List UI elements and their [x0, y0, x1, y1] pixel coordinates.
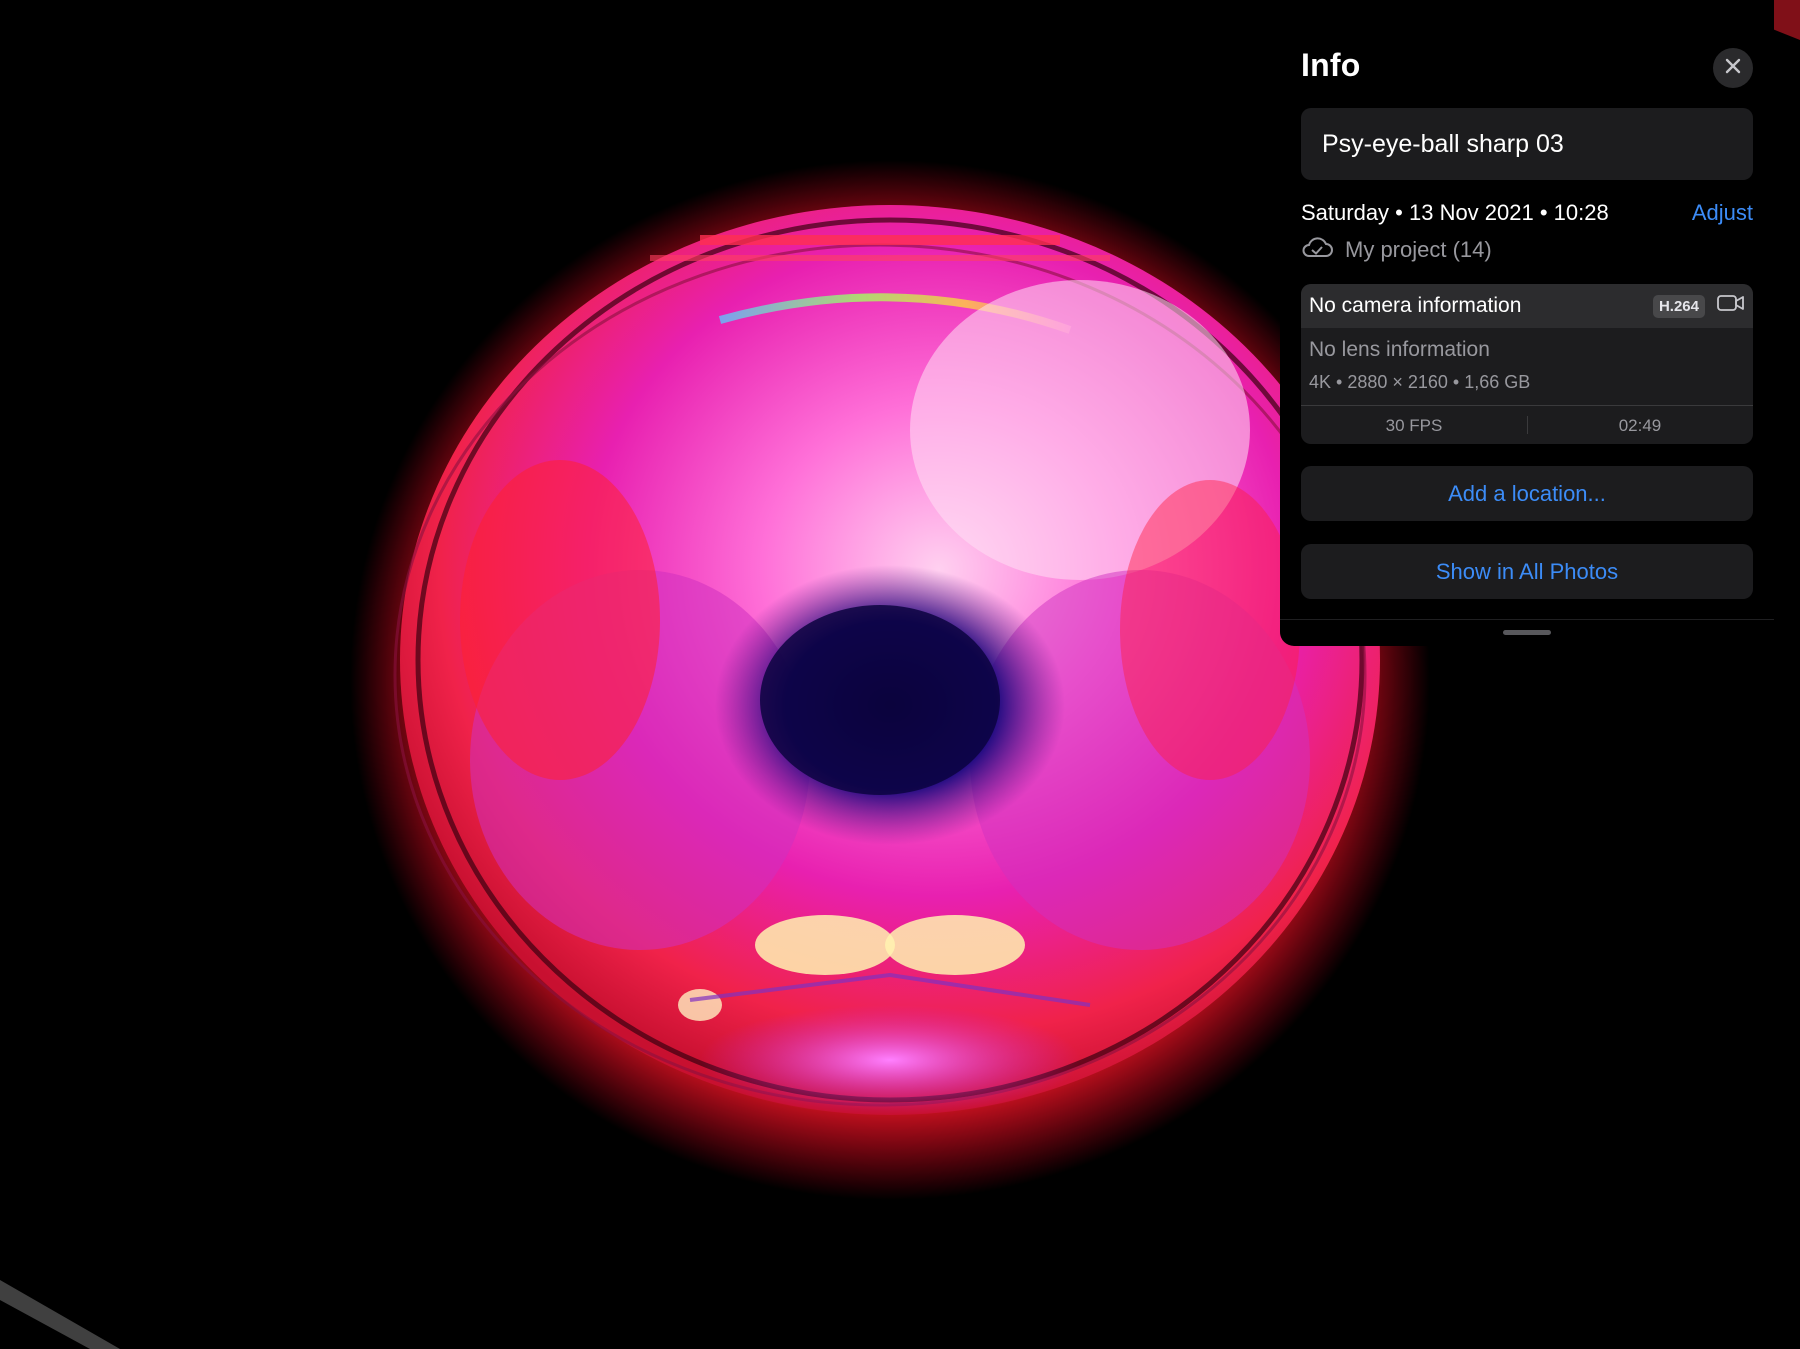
close-button[interactable]: [1713, 48, 1753, 88]
card-divider: [1301, 405, 1753, 406]
photo-title-text: Psy-eye-ball sharp 03: [1322, 129, 1564, 158]
panel-title: Info: [1301, 47, 1361, 83]
resize-grabber[interactable]: [1503, 630, 1551, 635]
camera-info-card: No camera information H.264 No lens info…: [1301, 284, 1753, 444]
add-location-label: Add a location...: [1448, 480, 1606, 506]
fps-value: 30 FPS: [1385, 416, 1443, 435]
album-row[interactable]: My project (14): [1301, 236, 1492, 264]
close-icon: [1724, 57, 1742, 80]
duration-value: 02:49: [1618, 416, 1662, 435]
camera-info-label: No camera information: [1309, 294, 1522, 317]
video-camera-icon: [1717, 293, 1745, 319]
date-time: Saturday • 13 Nov 2021 • 10:28: [1301, 200, 1609, 225]
adjust-button[interactable]: Adjust: [1692, 200, 1753, 226]
album-label: My project (14): [1345, 237, 1492, 262]
info-panel: Info Psy-eye-ball sharp 03 Saturday • 13…: [1280, 0, 1774, 646]
photo-viewer: Info Psy-eye-ball sharp 03 Saturday • 13…: [0, 0, 1800, 1349]
photo-title-field[interactable]: Psy-eye-ball sharp 03: [1301, 108, 1753, 180]
cloud-check-icon: [1301, 236, 1333, 264]
codec-badge: H.264: [1652, 294, 1705, 318]
panel-divider: [1280, 619, 1774, 620]
add-location-button[interactable]: Add a location...: [1301, 466, 1753, 521]
show-in-all-photos-label: Show in All Photos: [1435, 558, 1619, 584]
show-in-all-photos-button[interactable]: Show in All Photos: [1301, 544, 1753, 599]
video-specs: 4K • 2880 × 2160 • 1,66 GB: [1309, 372, 1531, 392]
camera-header: No camera information H.264: [1301, 284, 1753, 328]
lens-info: No lens information: [1309, 338, 1490, 361]
